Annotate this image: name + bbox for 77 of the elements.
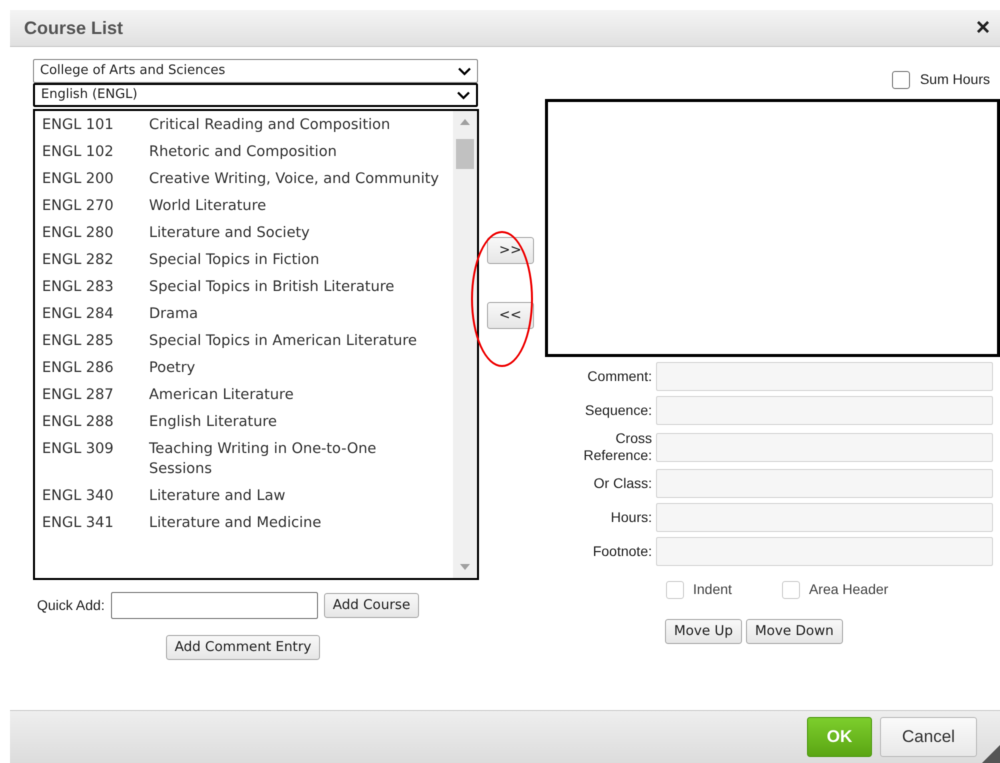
checkbox-label: Area Header	[808, 580, 888, 599]
course-code: ENGL 282	[42, 251, 115, 270]
course-code: ENGL 287	[42, 386, 115, 405]
scroll-down-icon[interactable]	[460, 564, 470, 570]
course-code: ENGL 288	[42, 413, 115, 432]
resize-grip-icon[interactable]	[982, 745, 1000, 763]
course-option[interactable]: ENGL 341 Literature and Medicine	[42, 513, 453, 533]
course-title: American Literature	[149, 386, 295, 405]
cancel-button[interactable]: Cancel	[880, 717, 977, 757]
subject-dropdown[interactable]: English (ENGL)	[33, 83, 478, 107]
course-code: ENGL 283	[42, 278, 115, 297]
field-label: Sequence:	[584, 402, 653, 419]
course-code: ENGL 102	[42, 143, 115, 162]
course-code: ENGL 341	[42, 514, 115, 533]
course-option[interactable]: ENGL 286 Poetry	[42, 358, 453, 378]
course-title: Teaching Writing in One-to-One Sessions	[149, 440, 378, 479]
course-option[interactable]: ENGL 280 Literature and Society	[42, 223, 453, 243]
move-button[interactable]: Move Up	[665, 619, 742, 644]
course-option[interactable]: ENGL 270 World Literature	[42, 196, 453, 216]
move-button[interactable]: Move Down	[746, 619, 843, 644]
course-title: Literature and Medicine	[149, 514, 322, 533]
course-code: ENGL 284	[42, 305, 115, 324]
course-option[interactable]: ENGL 101 Critical Reading and Composition	[42, 115, 453, 135]
course-option[interactable]: ENGL 287 American Literature	[42, 385, 453, 405]
course-title: Poetry	[149, 359, 196, 378]
course-option[interactable]: ENGL 200 Creative Writing, Voice, and Community	[42, 169, 453, 189]
scrollbar-thumb[interactable]	[456, 139, 474, 169]
course-option[interactable]: ENGL 288 English Literature	[42, 412, 453, 432]
course-option[interactable]: ENGL 102 Rhetoric and Composition	[42, 142, 453, 162]
course-title: Critical Reading and Composition	[149, 116, 392, 135]
college-dropdown[interactable]: College of Arts and Sciences	[33, 59, 478, 83]
course-option[interactable]: ENGL 282 Special Topics in Fiction	[42, 250, 453, 270]
quick-add-field[interactable]	[110, 592, 318, 619]
sum-hours-label: Sum Hours	[920, 70, 990, 89]
add-course-button[interactable]: Add Course	[324, 593, 420, 618]
course-code: ENGL 285	[42, 332, 115, 351]
field-label: Cross Reference:	[582, 430, 653, 464]
course-code: ENGL 309	[42, 440, 115, 459]
course-code: ENGL 286	[42, 359, 115, 378]
chevron-down-icon	[458, 66, 471, 76]
course-title: Special Topics in Fiction	[149, 251, 320, 270]
course-option[interactable]: ENGL 340 Literature and Law	[42, 486, 453, 506]
add-comment-entry-button[interactable]: Add Comment Entry	[166, 635, 320, 660]
transfer-button[interactable]: >>	[486, 237, 534, 264]
checkbox-label: Indent	[693, 580, 732, 599]
course-code: ENGL 280	[42, 224, 115, 243]
course-title: Special Topics in American Literature	[149, 332, 418, 351]
course-option[interactable]: ENGL 284 Drama	[42, 304, 453, 324]
field-label: Footnote:	[592, 543, 653, 560]
course-code: ENGL 270	[42, 197, 115, 216]
course-title: Special Topics in British Literature	[149, 278, 396, 297]
field-label: Comment:	[586, 368, 653, 385]
course-option[interactable]: ENGL 309 Teaching Writing in One-to-One Sessions	[42, 439, 453, 479]
course-title: Literature and Society	[149, 224, 311, 243]
course-listbox[interactable]	[33, 109, 479, 580]
course-title: Rhetoric and Composition	[149, 143, 338, 162]
selected-courses-listbox[interactable]	[545, 99, 1000, 357]
course-title: Literature and Law	[149, 487, 286, 506]
transfer-button[interactable]: <<	[486, 302, 534, 329]
course-code: ENGL 101	[42, 116, 115, 135]
course-option[interactable]: ENGL 285 Special Topics in American Literature	[42, 331, 453, 351]
scrollbar[interactable]	[452, 111, 477, 578]
course-title: World Literature	[149, 197, 268, 216]
sum-hours-checkbox[interactable]	[892, 70, 910, 88]
course-title: Drama	[149, 305, 200, 324]
close-button[interactable]: ×	[972, 16, 994, 40]
field-label: Or Class:	[592, 475, 653, 492]
quick-add-label: Quick Add:	[37, 596, 105, 615]
field-label: Hours:	[610, 509, 653, 526]
course-title: English Literature	[149, 413, 278, 432]
dialog-title: Course List	[24, 16, 124, 40]
course-code: ENGL 340	[42, 487, 115, 506]
course-title: Creative Writing, Voice, and Community	[149, 170, 439, 189]
course-code: ENGL 200	[42, 170, 115, 189]
scroll-up-icon[interactable]	[460, 119, 470, 125]
course-option[interactable]: ENGL 283 Special Topics in British Literature	[42, 277, 453, 297]
chevron-down-icon	[457, 90, 470, 100]
